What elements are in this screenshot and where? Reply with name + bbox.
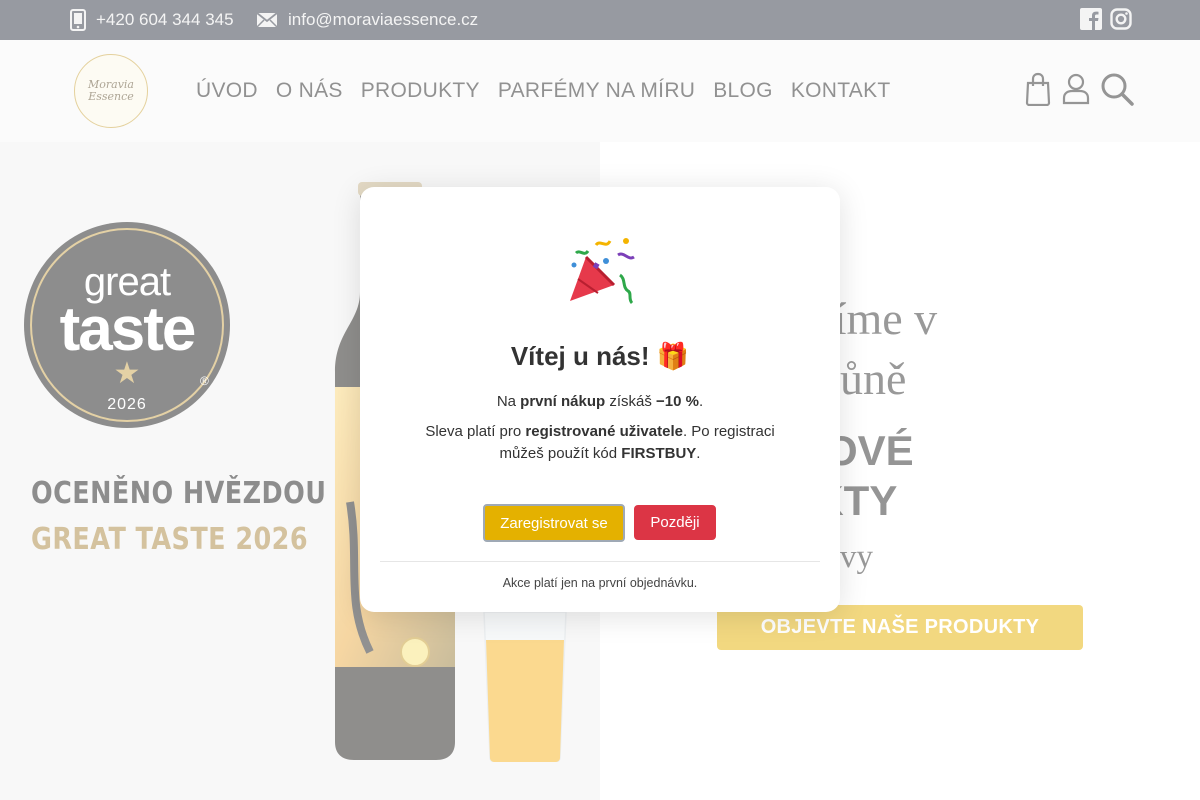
condition-text-part: Sleva platí pro (425, 423, 526, 440)
modal-title: Vítej u nás! 🎁 (510, 341, 690, 371)
offer-first-purchase: první nákup (520, 393, 606, 410)
later-button[interactable]: Později (634, 505, 716, 540)
discount-code: FIRSTBUY (621, 445, 697, 462)
modal-offer-text: Na první nákup získáš −10 %. (360, 393, 840, 410)
condition-text-part: . (696, 445, 701, 462)
offer-text-part: získáš (605, 393, 657, 410)
offer-discount: −10 % (656, 393, 699, 410)
party-popper-icon (570, 238, 635, 305)
offer-text-part: . (699, 393, 704, 410)
condition-registered-users: registrované uživatele (525, 423, 683, 440)
modal-condition-text: Sleva platí pro registrované uživatele. … (420, 421, 780, 465)
offer-text-part: Na (496, 393, 521, 410)
modal-footnote: Akce platí jen na první objednávku. (502, 576, 698, 590)
welcome-modal: Vítej u nás! 🎁 Na první nákup získáš −10… (360, 187, 840, 612)
modal-divider (380, 561, 820, 562)
register-button[interactable]: Zaregistrovat se (483, 504, 625, 542)
